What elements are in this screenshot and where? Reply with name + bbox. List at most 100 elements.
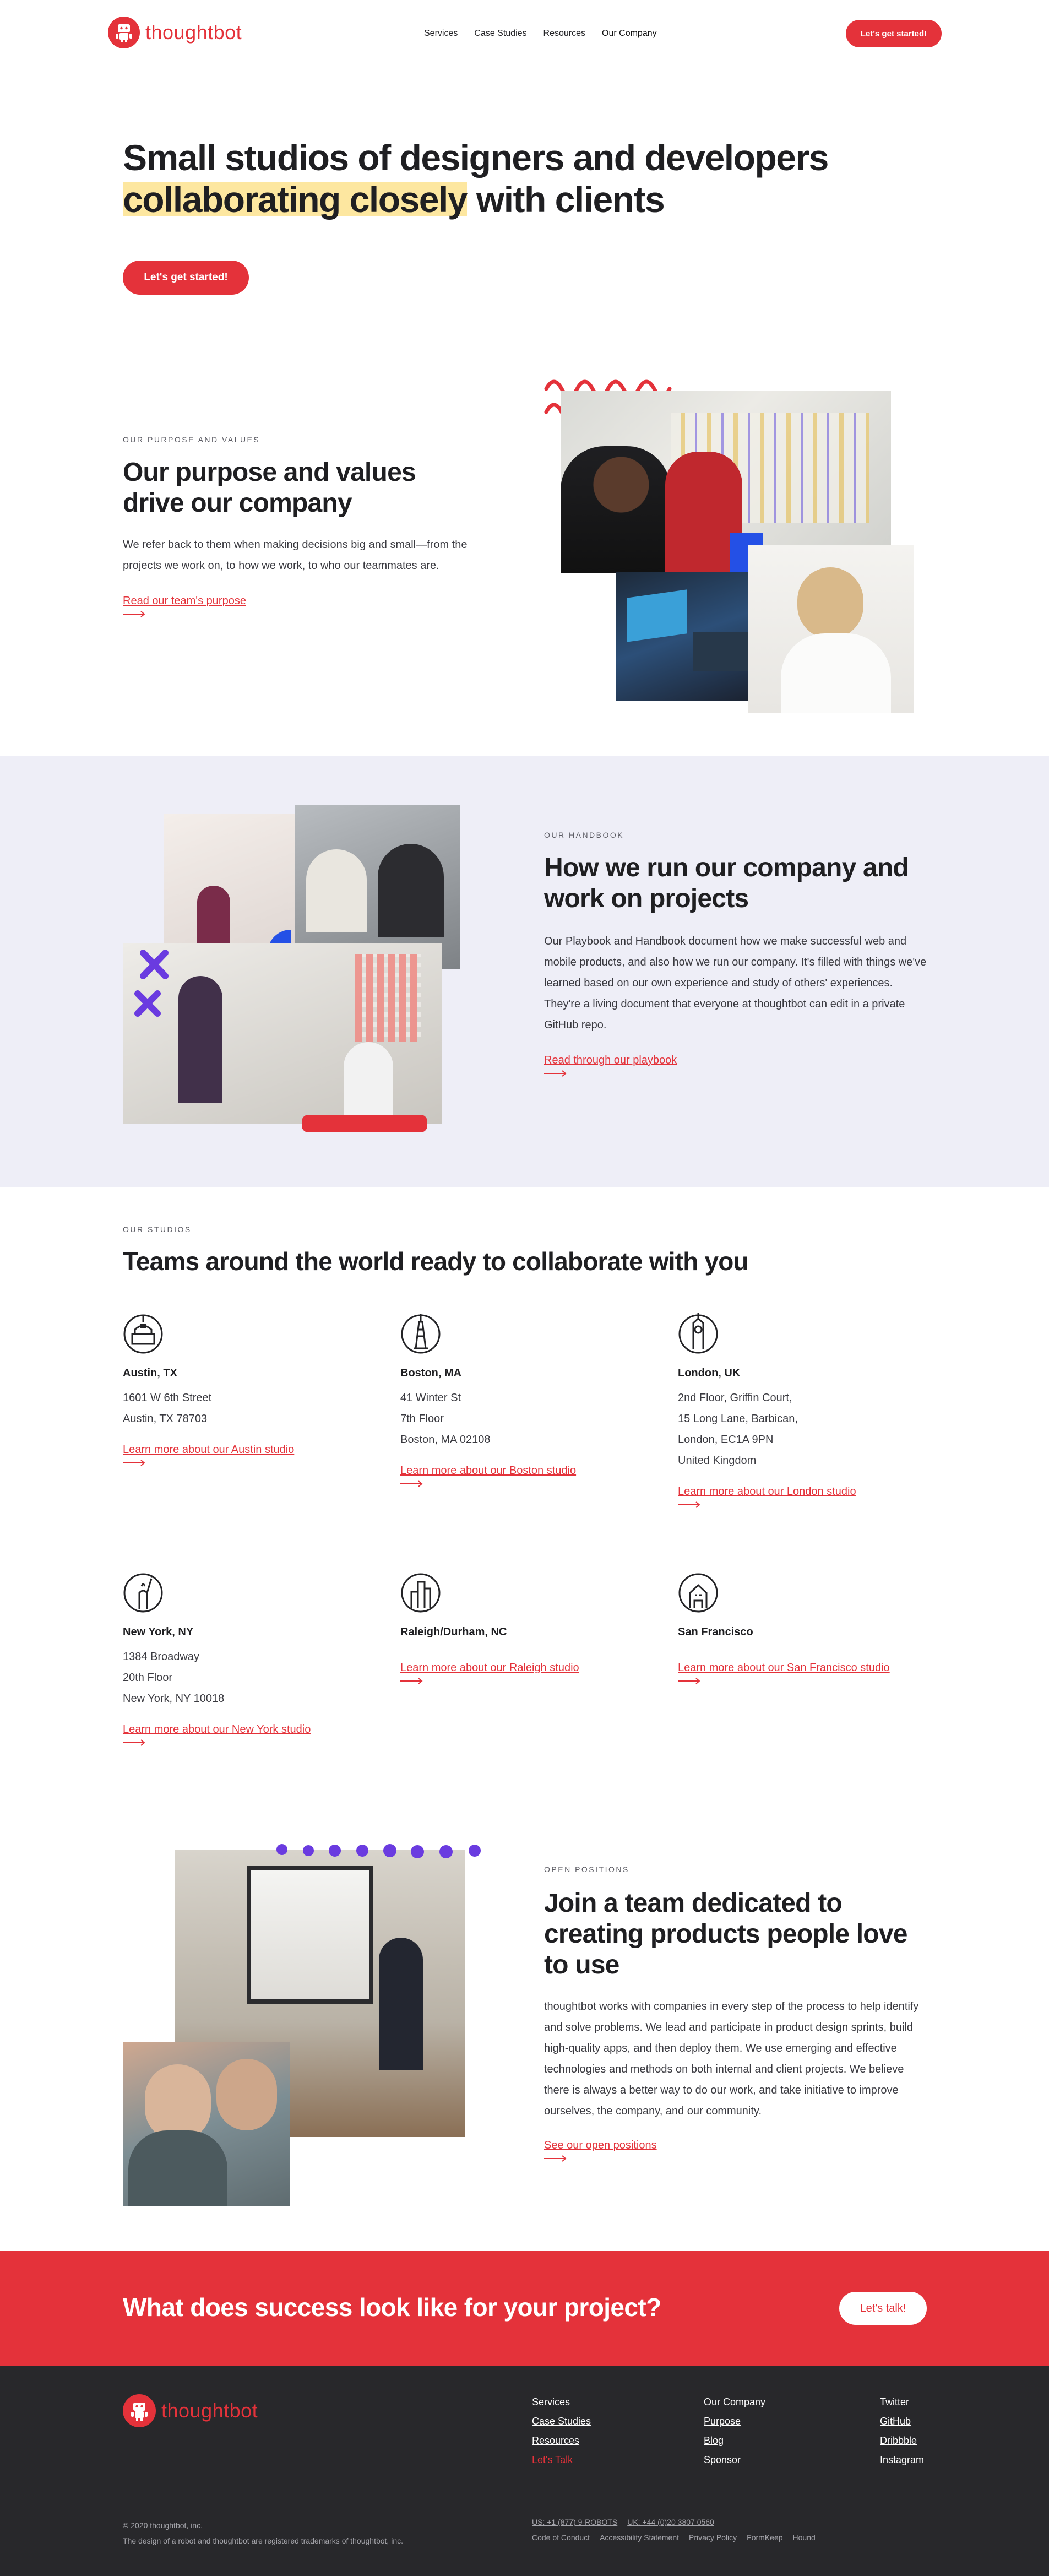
handbook-eyebrow: OUR HANDBOOK — [544, 831, 624, 839]
footer-link-sponsor[interactable]: Sponsor — [704, 2454, 765, 2466]
footer-link-github[interactable]: GitHub — [880, 2416, 924, 2427]
handbook-title: How we run our company and work on proje… — [544, 853, 909, 913]
developers-laughing-photo — [123, 2042, 290, 2206]
studio-card-london: London, UK 2nd Floor, Griffin Court, 15 … — [678, 1309, 926, 1508]
austin-studio-link[interactable]: Learn more about our Austin studio — [123, 1444, 294, 1456]
red-brushstroke-decoration — [302, 1115, 427, 1132]
london-big-ben-icon — [678, 1313, 718, 1354]
hero-get-started-button[interactable]: Let's get started! — [123, 261, 249, 295]
arrow-right-icon — [400, 1678, 423, 1684]
london-studio-link[interactable]: Learn more about our London studio — [678, 1485, 856, 1498]
studio-card-austin: Austin, TX 1601 W 6th Street Austin, TX … — [123, 1309, 371, 1466]
positions-body: thoughtbot works with companies in every… — [544, 2000, 919, 2117]
footer-legal: Code of Conduct Accessibility Statement … — [532, 2533, 816, 2542]
new-york-studio-link[interactable]: Learn more about our New York studio — [123, 1723, 311, 1736]
nav-our-company[interactable]: Our Company — [602, 29, 657, 39]
laptop-coding-photo — [616, 572, 753, 701]
footer-col-services: Services Case Studies Resources Let's Ta… — [532, 2396, 591, 2466]
hero-title-line1: Small studios of designers and developer… — [123, 137, 829, 178]
site-header: thoughtbot Services Case Studies Resourc… — [0, 0, 1049, 66]
copyright-text: © 2020 thoughtbot, inc. — [123, 2521, 203, 2530]
footer-link-dribbble[interactable]: Dribbble — [880, 2435, 924, 2447]
footer-phones: US: +1 (877) 9-ROBOTS UK: +44 (0)20 3807… — [532, 2518, 714, 2526]
footer-col-company: Our Company Purpose Blog Sponsor — [704, 2396, 765, 2466]
legal-code-of-conduct[interactable]: Code of Conduct — [532, 2533, 590, 2542]
studio-address: 1384 Broadway 20th Floor New York, NY 10… — [123, 1646, 371, 1709]
hero-title-highlight: collaborating closely — [123, 179, 468, 220]
legal-formkeep[interactable]: FormKeep — [747, 2533, 782, 2542]
handbook-link[interactable]: Read through our playbook — [544, 1054, 677, 1067]
boston-tower-icon — [401, 1314, 441, 1354]
site-logo[interactable]: thoughtbot — [108, 17, 242, 48]
legal-privacy-policy[interactable]: Privacy Policy — [689, 2533, 737, 2542]
footer-link-blog[interactable]: Blog — [704, 2435, 765, 2447]
cta-band: What does success look like for your pro… — [0, 2251, 1049, 2366]
positions-section: OPEN POSITIONS Join a team dedicated to … — [544, 1865, 930, 2162]
positions-link[interactable]: See our open positions — [544, 2139, 657, 2152]
austin-capitol-icon — [123, 1314, 163, 1354]
studio-card-boston: Boston, MA 41 Winter St 7th Floor Boston… — [400, 1309, 648, 1487]
footer-logo[interactable]: thoughtbot — [123, 2394, 258, 2427]
san-francisco-studio-link[interactable]: Learn more about our San Francisco studi… — [678, 1662, 890, 1674]
footer-link-lets-talk[interactable]: Let's Talk — [532, 2454, 591, 2466]
footer-link-twitter[interactable]: Twitter — [880, 2396, 924, 2408]
studio-name: New York, NY — [123, 1626, 194, 1638]
purpose-body: We refer back to them when making decisi… — [123, 539, 468, 572]
address-line: 15 Long Lane, Barbican, — [678, 1413, 798, 1425]
lets-talk-button[interactable]: Let's talk! — [839, 2292, 927, 2325]
studio-name: Boston, MA — [400, 1367, 462, 1379]
raleigh-buildings-icon — [401, 1573, 441, 1613]
purple-x-marks-decoration — [134, 950, 169, 1017]
footer-link-resources[interactable]: Resources — [532, 2435, 591, 2447]
raleigh-studio-link[interactable]: Learn more about our Raleigh studio — [400, 1662, 579, 1674]
studio-card-san-francisco: San Francisco Learn more about our San F… — [678, 1568, 926, 1684]
studio-name: San Francisco — [678, 1626, 753, 1638]
nav-resources[interactable]: Resources — [543, 29, 585, 39]
woman-writing-photo — [748, 545, 914, 713]
address-line: Austin, TX 78703 — [123, 1413, 208, 1425]
studio-card-raleigh: Raleigh/Durham, NC Learn more about our … — [400, 1568, 648, 1684]
address-line: Boston, MA 02108 — [400, 1434, 491, 1446]
cta-title: What does success look like for your pro… — [123, 2293, 661, 2322]
main-nav: Services Case Studies Resources Our Comp… — [424, 29, 657, 39]
footer-col-social: Twitter GitHub Dribbble Instagram — [880, 2396, 924, 2466]
nav-case-studies[interactable]: Case Studies — [474, 29, 526, 39]
header-get-started-button[interactable]: Let's get started! — [846, 20, 942, 47]
arrow-right-icon — [123, 611, 145, 617]
address-line: 1384 Broadway — [123, 1651, 199, 1663]
footer-link-services[interactable]: Services — [532, 2396, 591, 2408]
address-line: 41 Winter St — [400, 1392, 461, 1404]
address-line: 7th Floor — [400, 1413, 444, 1425]
handbook-body: Our Playbook and Handbook document how w… — [544, 935, 927, 1031]
footer-link-instagram[interactable]: Instagram — [880, 2454, 924, 2466]
robot-logo-icon — [108, 17, 140, 48]
studio-address: 41 Winter St 7th Floor Boston, MA 02108 — [400, 1387, 648, 1450]
studio-name: London, UK — [678, 1367, 741, 1379]
positions-title: Join a team dedicated to creating produc… — [544, 1889, 907, 1980]
arrow-right-icon — [544, 2155, 567, 2162]
legal-accessibility[interactable]: Accessibility Statement — [600, 2533, 679, 2542]
studio-name: Austin, TX — [123, 1367, 177, 1379]
arrow-right-icon — [678, 1501, 700, 1508]
phone-us-link[interactable]: US: +1 (877) 9-ROBOTS — [532, 2518, 617, 2526]
purple-dots-decoration — [276, 1844, 481, 1858]
legal-hound[interactable]: Hound — [793, 2533, 816, 2542]
trademark-text: The design of a robot and thoughtbot are… — [123, 2536, 403, 2545]
handbook-text: OUR HANDBOOK How we run our company and … — [544, 831, 930, 1077]
footer-link-case-studies[interactable]: Case Studies — [532, 2416, 591, 2427]
site-footer: thoughtbot Services Case Studies Resourc… — [0, 2366, 1049, 2576]
studios-header: OUR STUDIOS Teams around the world ready… — [123, 1225, 894, 1277]
boston-studio-link[interactable]: Learn more about our Boston studio — [400, 1465, 576, 1477]
address-line: United Kingdom — [678, 1455, 757, 1467]
nav-services[interactable]: Services — [424, 29, 458, 39]
hero-title-rest: with clients — [467, 179, 665, 220]
purpose-link[interactable]: Read our team's purpose — [123, 595, 246, 608]
footer-link-our-company[interactable]: Our Company — [704, 2396, 765, 2408]
footer-wordmark: thoughtbot — [161, 2399, 258, 2422]
studio-name: Raleigh/Durham, NC — [400, 1626, 507, 1638]
san-francisco-house-icon — [678, 1573, 718, 1613]
footer-link-purpose[interactable]: Purpose — [704, 2416, 765, 2427]
address-line: 2nd Floor, Griffin Court, — [678, 1392, 792, 1404]
address-line: 20th Floor — [123, 1672, 173, 1684]
phone-uk-link[interactable]: UK: +44 (0)20 3807 0560 — [627, 2518, 714, 2526]
